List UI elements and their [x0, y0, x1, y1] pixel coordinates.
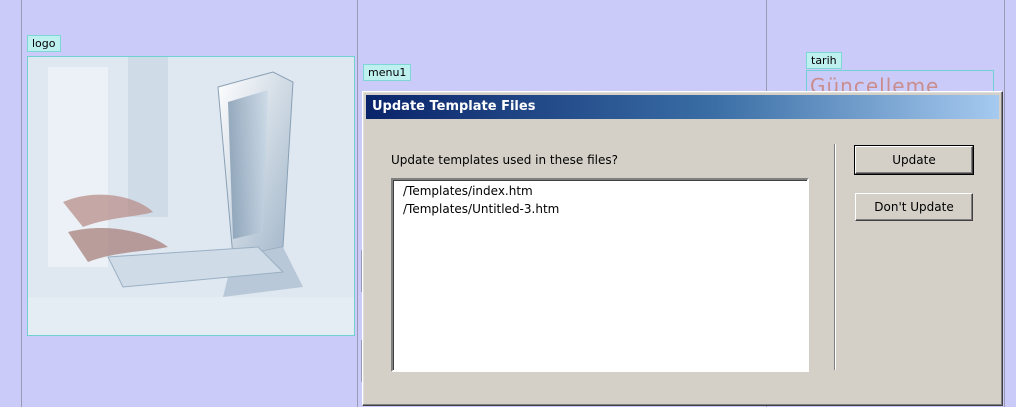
layout-column-divider — [1004, 0, 1005, 407]
dialog-title-bar[interactable]: Update Template Files — [366, 95, 999, 119]
list-item[interactable]: /Templates/index.htm — [403, 183, 533, 199]
logo-region-tag[interactable]: logo — [27, 35, 61, 52]
menu-region-tag[interactable]: menu1 — [363, 64, 412, 81]
dialog-title: Update Template Files — [372, 99, 536, 114]
layout-column-divider — [357, 0, 358, 407]
dialog-prompt: Update templates used in these files? — [391, 153, 618, 167]
computer-user-photo — [28, 57, 354, 335]
file-list[interactable]: /Templates/index.htm /Templates/Untitled… — [391, 178, 809, 372]
update-button[interactable]: Update — [854, 145, 974, 175]
vertical-separator — [834, 144, 836, 370]
update-template-dialog: Update Template Files Update templates u… — [362, 91, 1003, 406]
layout-column-divider — [21, 0, 22, 407]
list-item[interactable]: /Templates/Untitled-3.htm — [403, 201, 559, 217]
date-region-tag[interactable]: tarih — [806, 52, 842, 69]
logo-image[interactable] — [27, 56, 355, 336]
dont-update-button[interactable]: Don't Update — [855, 193, 973, 221]
